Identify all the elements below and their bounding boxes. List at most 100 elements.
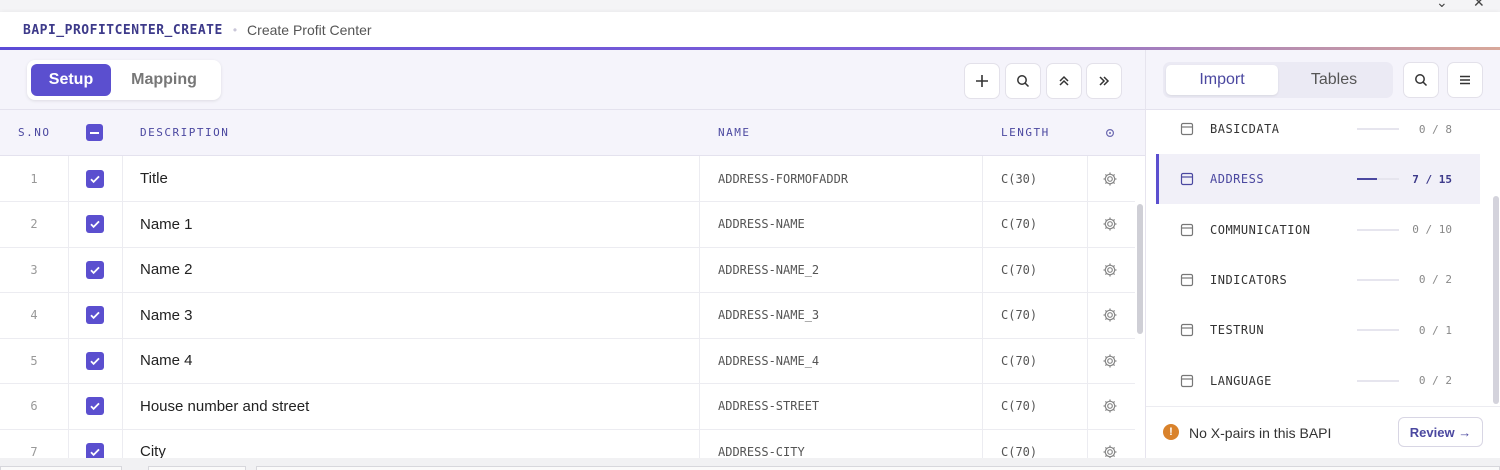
bottom-tab[interactable] [256,466,1500,470]
bapi-dialog: BAPI_PROFITCENTER_CREATE • Create Profit… [0,12,1500,458]
structure-list-scrollbar[interactable] [1491,110,1500,406]
column-divider [982,156,983,201]
page-title: Create Profit Center [247,22,372,38]
structure-label: ADDRESS [1210,172,1265,187]
add-button[interactable] [964,63,1000,99]
row-checkbox[interactable] [68,384,122,429]
check-icon [90,357,100,365]
row-settings-button[interactable] [1088,338,1132,383]
column-divider [699,338,700,383]
table-icon [1180,273,1194,286]
row-checkbox[interactable] [68,202,122,247]
table-row[interactable]: 7 City ADDRESS-CITY C(70) [0,429,1135,458]
bottom-tab[interactable] [148,466,246,470]
column-divider [122,338,123,383]
row-description: City [140,443,166,458]
fields-toolbar: Setup Mapping [0,50,1145,110]
row-checkbox[interactable] [68,293,122,338]
check-icon [90,175,100,183]
structure-progress-bar [1357,228,1399,231]
structure-item-language[interactable]: LANGUAGE 0 / 2 [1156,356,1480,406]
column-divider [699,292,700,338]
row-length: C(70) [1001,217,1038,231]
checked-box[interactable] [86,442,104,458]
gear-icon [1103,172,1117,185]
gear-icon [1103,263,1117,276]
settings-column-icon [1105,128,1115,138]
check-icon [90,402,100,411]
check-icon [90,448,100,456]
table-row[interactable]: 1 Title ADDRESS-FORMOFADDR C(30) [0,156,1135,202]
row-settings-button[interactable] [1088,202,1132,247]
window-top-strip: ⌄ ✕ [0,0,1500,12]
tab-mapping[interactable]: Mapping [111,64,217,96]
structure-item-address[interactable]: ADDRESS 7 / 15 [1156,154,1480,205]
table-scrollbar-thumb[interactable] [1137,204,1143,334]
column-header-length[interactable]: LENGTH [1001,126,1050,139]
structure-label: TESTRUN [1210,323,1265,338]
table-row[interactable]: 5 Name 4 ADDRESS-NAME_4 C(70) [0,338,1135,384]
gear-icon [1103,217,1117,231]
row-length: C(70) [1001,399,1038,413]
checked-box[interactable] [86,169,104,188]
warning-message: No X-pairs in this BAPI [1189,424,1332,441]
row-settings-button[interactable] [1088,156,1132,201]
row-sno: 7 [30,444,38,459]
column-divider [982,383,983,429]
row-settings-button[interactable] [1088,293,1132,338]
expand-right-icon [1099,76,1110,86]
structure-item-communication[interactable]: COMMUNICATION 0 / 10 [1156,205,1480,255]
column-divider [982,292,983,338]
bottom-tab[interactable] [0,466,122,470]
title-separator: • [232,23,238,37]
checked-box[interactable] [86,215,104,233]
check-icon [90,311,100,320]
row-sno: 3 [30,262,38,277]
select-all-checkbox[interactable] [86,124,103,141]
checked-box[interactable] [86,351,104,370]
row-description: Title [140,170,168,187]
table-row[interactable]: 6 House number and street ADDRESS-STREET… [0,383,1135,430]
table-row[interactable]: 3 Name 2 ADDRESS-NAME_2 C(70) [0,247,1135,293]
tab-import[interactable]: Import [1166,65,1278,95]
search-button[interactable] [1005,63,1041,99]
column-header-sno: S.NO [18,126,51,139]
structure-item-indicators[interactable]: INDICATORS 0 / 2 [1156,255,1480,305]
table-scrollbar[interactable] [1135,156,1145,458]
checked-box[interactable] [86,260,104,279]
row-sno: 6 [30,399,38,413]
tab-setup[interactable]: Setup [31,64,111,96]
close-icon[interactable]: ✕ [1473,0,1485,11]
structure-item-basicdata[interactable]: BASICDATA 0 / 8 [1156,110,1480,154]
row-checkbox[interactable] [68,338,122,383]
table-row[interactable]: 2 Name 1 ADDRESS-NAME C(70) [0,201,1135,248]
table-row[interactable]: 4 Name 3 ADDRESS-NAME_3 C(70) [0,292,1135,339]
row-description: House number and street [140,397,310,415]
review-button[interactable]: Review → [1398,417,1483,447]
row-settings-button[interactable] [1088,247,1132,292]
tab-tables[interactable]: Tables [1278,65,1390,95]
structure-list-scrollbar-thumb[interactable] [1493,196,1499,404]
structure-count: 0 / 2 [1418,273,1452,287]
column-header-description[interactable]: DESCRIPTION [140,126,229,139]
minus-icon [90,131,99,134]
row-settings-button[interactable] [1088,429,1132,458]
menu-button[interactable] [1447,62,1483,98]
column-header-name[interactable]: NAME [718,126,751,139]
structure-count: 7 / 15 [1412,172,1452,186]
column-divider [699,156,700,201]
collapse-all-button[interactable] [1046,63,1082,99]
checked-box[interactable] [86,306,104,324]
column-divider [982,338,983,383]
expand-panel-button[interactable] [1086,63,1122,99]
checked-box[interactable] [86,397,104,415]
row-checkbox[interactable] [68,247,122,292]
structure-progress-fill [1357,178,1377,181]
structure-item-testrun[interactable]: TESTRUN 0 / 1 [1156,305,1480,355]
chevron-down-icon[interactable]: ⌄ [1436,0,1448,11]
row-settings-button[interactable] [1088,384,1132,429]
row-checkbox[interactable] [68,156,122,201]
table-icon [1180,324,1194,337]
row-checkbox[interactable] [68,429,122,458]
structure-search-button[interactable] [1403,62,1439,98]
